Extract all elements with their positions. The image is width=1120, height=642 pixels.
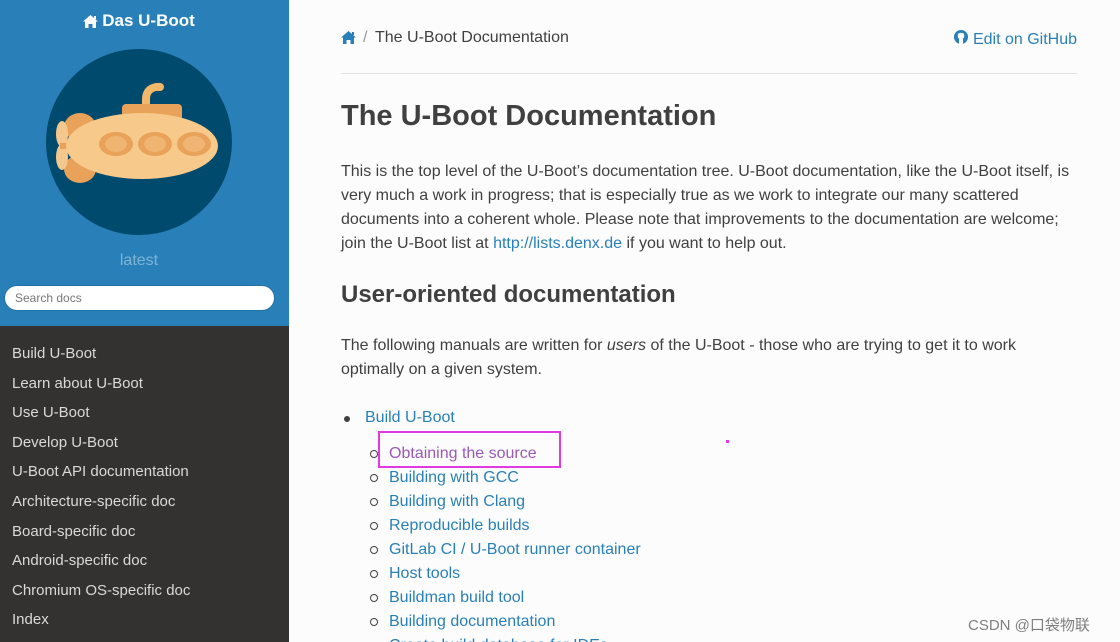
toc-link-reproducible-builds[interactable]: Reproducible builds	[389, 514, 530, 538]
toc-link-buildman[interactable]: Buildman build tool	[389, 586, 524, 610]
search-input[interactable]	[4, 285, 275, 311]
sidebar-header: Das U-Boot latest Search docs	[0, 0, 289, 326]
annotation-dot	[726, 440, 729, 443]
header-divider	[341, 73, 1077, 74]
circle-bullet-icon	[370, 546, 378, 554]
github-icon	[953, 29, 969, 50]
circle-bullet-icon	[370, 618, 378, 626]
annotation-highlight-box	[378, 431, 561, 468]
sidebar-item-android-doc[interactable]: Android-specific doc	[0, 546, 289, 576]
intro-tail: if you want to help out.	[622, 235, 787, 252]
circle-bullet-icon	[370, 522, 378, 530]
toc-link-build-u-boot[interactable]: Build U-Boot	[365, 406, 455, 430]
u-boot-logo[interactable]	[46, 49, 232, 235]
toc-link-host-tools[interactable]: Host tools	[389, 562, 460, 586]
mailing-list-link[interactable]: http://lists.denx.de	[493, 235, 622, 252]
toc-link-gitlab-ci[interactable]: GitLab CI / U-Boot runner container	[389, 538, 641, 562]
sidebar-item-index[interactable]: Index	[0, 605, 289, 635]
sidebar-item-use-u-boot[interactable]: Use U-Boot	[0, 398, 289, 428]
sidebar-item-chromium-os-doc[interactable]: Chromium OS-specific doc	[0, 576, 289, 606]
circle-bullet-icon	[370, 594, 378, 602]
home-icon	[83, 13, 99, 33]
sidebar-nav: Build U-Boot Learn about U-Boot Use U-Bo…	[0, 339, 289, 635]
sidebar-item-learn-about-u-boot[interactable]: Learn about U-Boot	[0, 369, 289, 399]
sidebar: Das U-Boot latest Search docs Build U-Bo…	[0, 0, 289, 642]
sidebar-item-board-doc[interactable]: Board-specific doc	[0, 517, 289, 547]
section-text-pre: The following manuals are written for	[341, 337, 607, 354]
breadcrumb-separator: /	[363, 29, 368, 46]
toc-link-building-gcc[interactable]: Building with GCC	[389, 466, 519, 490]
version-label: latest	[119, 252, 159, 269]
section-text-emphasis: users	[606, 337, 647, 354]
sidebar-item-api-documentation[interactable]: U-Boot API documentation	[0, 457, 289, 487]
toc-link-building-documentation[interactable]: Building documentation	[389, 610, 555, 634]
sidebar-item-develop-u-boot[interactable]: Develop U-Boot	[0, 428, 289, 458]
edit-on-github-label: Edit on GitHub	[972, 30, 1077, 48]
sidebar-item-architecture-doc[interactable]: Architecture-specific doc	[0, 487, 289, 517]
project-name: Das U-Boot	[102, 11, 195, 30]
toc-link-build-database[interactable]: Create build database for IDEs	[389, 634, 608, 642]
page-title: The U-Boot Documentation	[341, 100, 717, 132]
circle-bullet-icon	[370, 474, 378, 482]
breadcrumb-home-icon[interactable]	[341, 31, 356, 49]
sidebar-item-build-u-boot[interactable]: Build U-Boot	[0, 339, 289, 369]
breadcrumb: / The U-Boot Documentation Edit on GitHu…	[341, 28, 1077, 50]
circle-bullet-icon	[370, 498, 378, 506]
project-home-link[interactable]: Das U-Boot	[0, 11, 278, 33]
breadcrumb-current: The U-Boot Documentation	[375, 29, 569, 46]
circle-bullet-icon	[370, 450, 378, 458]
bullet-icon	[344, 416, 350, 422]
intro-paragraph: This is the top level of the U-Boot’s do…	[341, 160, 1071, 256]
watermark: CSDN @口袋物联	[968, 617, 1090, 634]
edit-on-github-link[interactable]: Edit on GitHub	[953, 29, 1077, 50]
circle-bullet-icon	[370, 570, 378, 578]
section-paragraph: The following manuals are written for us…	[341, 334, 1071, 382]
toc-link-building-clang[interactable]: Building with Clang	[389, 490, 525, 514]
section-title: User-oriented documentation	[341, 281, 676, 308]
